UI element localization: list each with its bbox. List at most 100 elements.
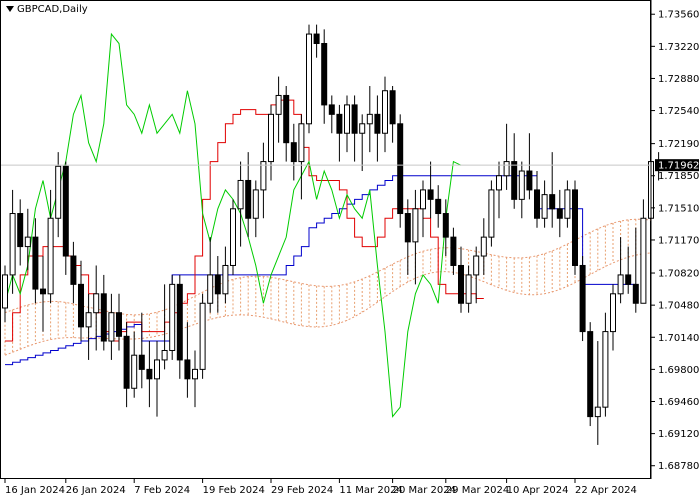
candle-body [290,142,297,163]
candle-body [146,368,153,380]
candle-body [617,274,624,295]
candle-body [450,236,457,266]
y-tick-label: 1.69800 [658,365,699,376]
chart-title-text: GBPCAD,Daily [17,4,88,15]
candle-body [55,165,62,219]
candle-body [17,213,24,248]
candle-body [526,170,533,191]
candle-body [344,104,350,134]
candle-body [549,194,556,210]
candle-body [541,194,548,219]
candle-body [610,293,616,333]
candle-body [480,236,487,257]
candle-body [123,335,130,389]
candle-body [587,331,594,418]
candle-body [564,189,571,219]
candle-body [260,161,267,191]
candle-body [116,312,122,337]
candle-body [176,283,183,361]
candle-body [199,302,206,370]
x-tick-label: 29 Feb 2024 [271,485,333,496]
kijun-sen-line [5,175,636,366]
y-tick-label: 1.71170 [658,235,699,246]
candle-body [78,283,84,328]
y-tick-label: 1.70480 [658,301,699,312]
candle-body [222,264,229,295]
y-tick-label: 1.70820 [658,269,699,280]
candle-body [85,312,92,328]
candle-body [283,94,290,144]
candle-body [214,274,221,295]
candle-body [374,113,381,134]
candle-body [336,113,343,134]
candle-body [420,189,426,210]
candle-body [579,264,586,333]
candle-body [40,288,46,295]
x-tick-label: 10 Apr 2024 [507,485,569,496]
candlestick-chart: 1.73560 1.73220 1.72880 1.72540 1.72190 1.718… [0,0,699,496]
current-price-label: 1.71962 [658,161,699,172]
candle-body [435,198,442,215]
candle-body [268,113,274,163]
candle-body [154,359,160,380]
candle-body [2,274,8,309]
candle-body [313,33,320,45]
candle-body [359,123,366,134]
candle-body [275,94,282,115]
candle-body [404,213,411,243]
x-tick-label: 7 Feb 2024 [134,485,190,496]
candle-body [230,208,236,266]
candle-body [100,293,107,342]
candle-body [632,283,639,304]
candle-body [24,236,31,248]
candle-body [389,90,396,125]
candle-body [70,255,77,285]
candle-body [245,179,252,219]
candle-body [518,170,525,200]
candle-body [382,90,388,134]
candle-body [458,264,464,304]
candle-body [640,217,647,304]
candle-body [511,161,518,200]
chart-title: GBPCAD,Daily [6,4,88,15]
candle-body [184,359,191,380]
x-tick-label: 29 Mar 2024 [446,485,509,496]
y-tick-label: 1.69460 [658,397,699,408]
candle-body [594,406,601,418]
candle-body [534,189,540,219]
candle-body [169,283,176,351]
y-tick-label: 1.70140 [658,333,699,344]
candle-body [9,213,16,276]
current-price-marker: 1.71962 [655,159,699,172]
chart-container: 1.73560 1.73220 1.72880 1.72540 1.72190 1.718… [0,0,700,500]
x-tick-label: 16 Jan 2024 [5,485,65,496]
y-axis: 1.73560 1.73220 1.72880 1.72540 1.72190 1.718… [650,0,699,479]
candle-body [306,33,312,125]
y-tick-label: 1.72880 [658,74,699,85]
candle-body [625,274,632,285]
candle-body [93,293,100,314]
candle-body [412,208,419,243]
y-tick-label: 1.73220 [658,42,699,53]
candle-body [351,104,358,134]
candle-body [47,217,54,295]
candle-body [427,189,434,200]
candle-body [397,123,404,215]
candle-body [496,175,502,191]
candle-body [207,274,214,304]
y-tick-label: 1.72540 [658,106,699,117]
candle-body [108,312,115,342]
candle-body [252,189,259,219]
candle-body [473,255,480,276]
y-tick-label: 1.68780 [658,461,699,472]
candle-body [192,368,198,380]
candle-body [321,43,328,106]
y-tick-label: 1.71850 [658,171,699,182]
candle-body [556,208,563,219]
y-tick-label: 1.72190 [658,139,699,150]
y-tick-label: 1.71510 [658,203,699,214]
indicator-lines [4,32,636,418]
candles [2,24,662,445]
candle-body [131,354,138,389]
candle-body [298,123,305,163]
